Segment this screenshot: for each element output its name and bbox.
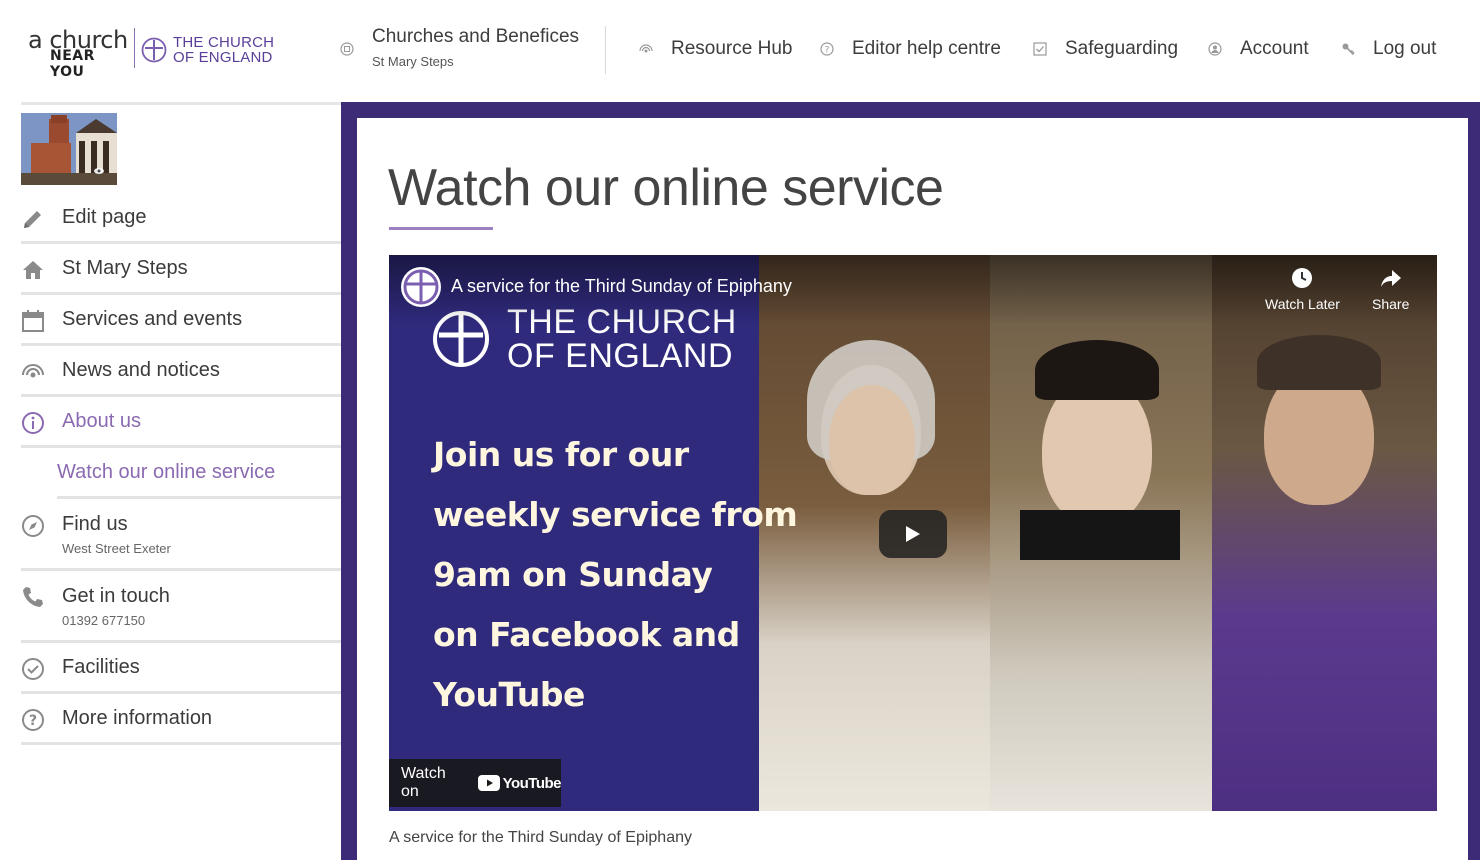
sidebar-item-about-us[interactable]: About us [21, 397, 350, 448]
churches-and-benefices-menu[interactable]: Churches and Benefices St Mary Steps [340, 26, 590, 76]
share-label: Share [1372, 296, 1410, 312]
compass-icon [22, 515, 44, 537]
sidebar-item-st-mary-steps[interactable]: St Mary Steps [21, 244, 341, 295]
sidebar-item-label: More information [62, 707, 213, 729]
share-button[interactable]: Share [1372, 267, 1409, 312]
promo-line: 9am on Sunday [433, 555, 713, 594]
promo-line: YouTube [433, 675, 585, 714]
info-icon [22, 412, 44, 434]
page-title: Watch our online service [388, 159, 944, 217]
coe-cross-icon [141, 37, 167, 63]
share-arrow-icon [1380, 270, 1401, 287]
sidebar-item-edit-page[interactable]: Edit page [21, 193, 341, 244]
account-icon [1208, 42, 1222, 56]
video-coe-line2: OF ENGLAND [507, 337, 734, 375]
church-thumbnail[interactable] [21, 113, 117, 185]
sidebar-item-sub: 01392 677150 [62, 613, 146, 628]
play-icon [906, 526, 920, 542]
sidebar-item-news-and-notices[interactable]: News and notices [21, 346, 341, 397]
watch-later-label: Watch Later [1265, 296, 1340, 312]
site-header: a church NEAR YOU THE CHURCH OF ENGLAND … [0, 0, 1480, 100]
watch-on-youtube-button[interactable]: Watch on YouTube [389, 759, 562, 807]
watch-later-button[interactable]: Watch Later [1265, 267, 1340, 312]
sidebar-item-label: Facilities [62, 656, 140, 678]
calendar-icon [22, 310, 44, 332]
channel-avatar[interactable] [401, 267, 441, 307]
question-icon: ? [22, 709, 44, 731]
youtube-embed[interactable]: THE CHURCH OF ENGLAND Join us for our we… [389, 255, 1437, 811]
sidebar-item-sub: West Street Exeter [62, 541, 171, 556]
nav-label: Account [1240, 38, 1309, 59]
sidebar-item-label: Get in touch [62, 585, 170, 607]
home-icon [23, 261, 43, 279]
youtube-logo: YouTube [477, 774, 562, 792]
logo-divider [134, 28, 135, 68]
sidebar-item-label: News and notices [62, 359, 220, 381]
promo-line: Join us for our [433, 435, 689, 474]
promo-line: on Facebook and [433, 615, 740, 654]
menu-circle-icon [340, 42, 354, 56]
nav-safeguarding[interactable]: Safeguarding [1033, 38, 1178, 60]
broadcast-icon [22, 364, 44, 378]
check-circle-icon [22, 658, 44, 680]
broadcast-icon [639, 44, 653, 53]
coe-logo-text: THE CHURCH OF ENGLAND [173, 35, 274, 65]
pencil-icon [24, 211, 41, 228]
svg-text:?: ? [825, 46, 830, 56]
sidebar-item-get-in-touch[interactable]: Get in touch 01392 677150 [21, 571, 341, 643]
a-church-near-you-logo[interactable]: a church NEAR YOU [28, 26, 132, 80]
check-box-icon [1033, 42, 1047, 56]
sidebar-item-label: Find us [62, 513, 128, 535]
churches-label: Churches and Benefices [372, 26, 580, 47]
sidebar-item-label: Edit page [62, 206, 147, 228]
video-title[interactable]: A service for the Third Sunday of Epipha… [451, 276, 792, 297]
sidebar-item-label: Watch our online service [57, 461, 276, 483]
youtube-wordmark: YouTube [502, 774, 562, 792]
key-icon [1342, 43, 1355, 56]
watch-on-label: Watch on [401, 765, 446, 800]
coe-line2: OF ENGLAND [173, 49, 273, 66]
sidebar: Edit page St Mary Steps Services and eve… [21, 102, 350, 745]
sidebar-subitem-watch-our-online-service[interactable]: Watch our online service [57, 448, 350, 499]
coe-cross-icon [403, 269, 439, 305]
clock-icon [1292, 268, 1313, 288]
sidebar-item-label: St Mary Steps [62, 257, 188, 279]
sidebar-item-facilities[interactable]: Facilities [21, 643, 341, 694]
sidebar-top-rule [21, 102, 341, 105]
nav-label: Log out [1373, 38, 1437, 59]
promo-line: weekly service from [433, 495, 798, 534]
youtube-play-icon [477, 775, 500, 791]
nav-separator [605, 26, 606, 74]
svg-text:?: ? [29, 713, 37, 729]
video-person-2 [990, 255, 1212, 811]
sidebar-item-label: About us [62, 410, 141, 432]
nav-label: Editor help centre [852, 38, 1001, 59]
churches-sub: St Mary Steps [372, 54, 454, 69]
sidebar-item-services-and-events[interactable]: Services and events [21, 295, 341, 346]
play-button[interactable] [879, 510, 947, 558]
sidebar-item-find-us[interactable]: Find us West Street Exeter [21, 499, 341, 571]
phone-icon [23, 587, 43, 607]
church-of-england-logo[interactable]: THE CHURCH OF ENGLAND [141, 30, 274, 70]
nav-editor-help-centre[interactable]: ? Editor help centre [820, 38, 1001, 60]
nav-account[interactable]: Account [1208, 38, 1309, 60]
video-caption: A service for the Third Sunday of Epipha… [389, 829, 692, 846]
sidebar-item-label: Services and events [62, 308, 243, 330]
video-promo-text: Join us for our weekly service from 9am … [433, 425, 798, 725]
church-photo [21, 113, 117, 185]
video-person-3 [1212, 255, 1437, 811]
main-content: Watch our online service OF ENGLAND Join… [357, 118, 1468, 860]
nav-resource-hub[interactable]: Resource Hub [639, 38, 792, 60]
question-icon: ? [820, 42, 834, 56]
coe-line1: THE CHURCH [173, 34, 275, 51]
nav-label: Safeguarding [1065, 38, 1179, 59]
sidebar-item-more-information[interactable]: ? More information [21, 694, 341, 745]
nav-label: Resource Hub [671, 38, 793, 59]
title-underline [389, 227, 493, 230]
nav-log-out[interactable]: Log out [1341, 38, 1436, 60]
main-content-frame: Watch our online service OF ENGLAND Join… [341, 102, 1480, 860]
logo-line2: NEAR YOU [50, 48, 95, 80]
